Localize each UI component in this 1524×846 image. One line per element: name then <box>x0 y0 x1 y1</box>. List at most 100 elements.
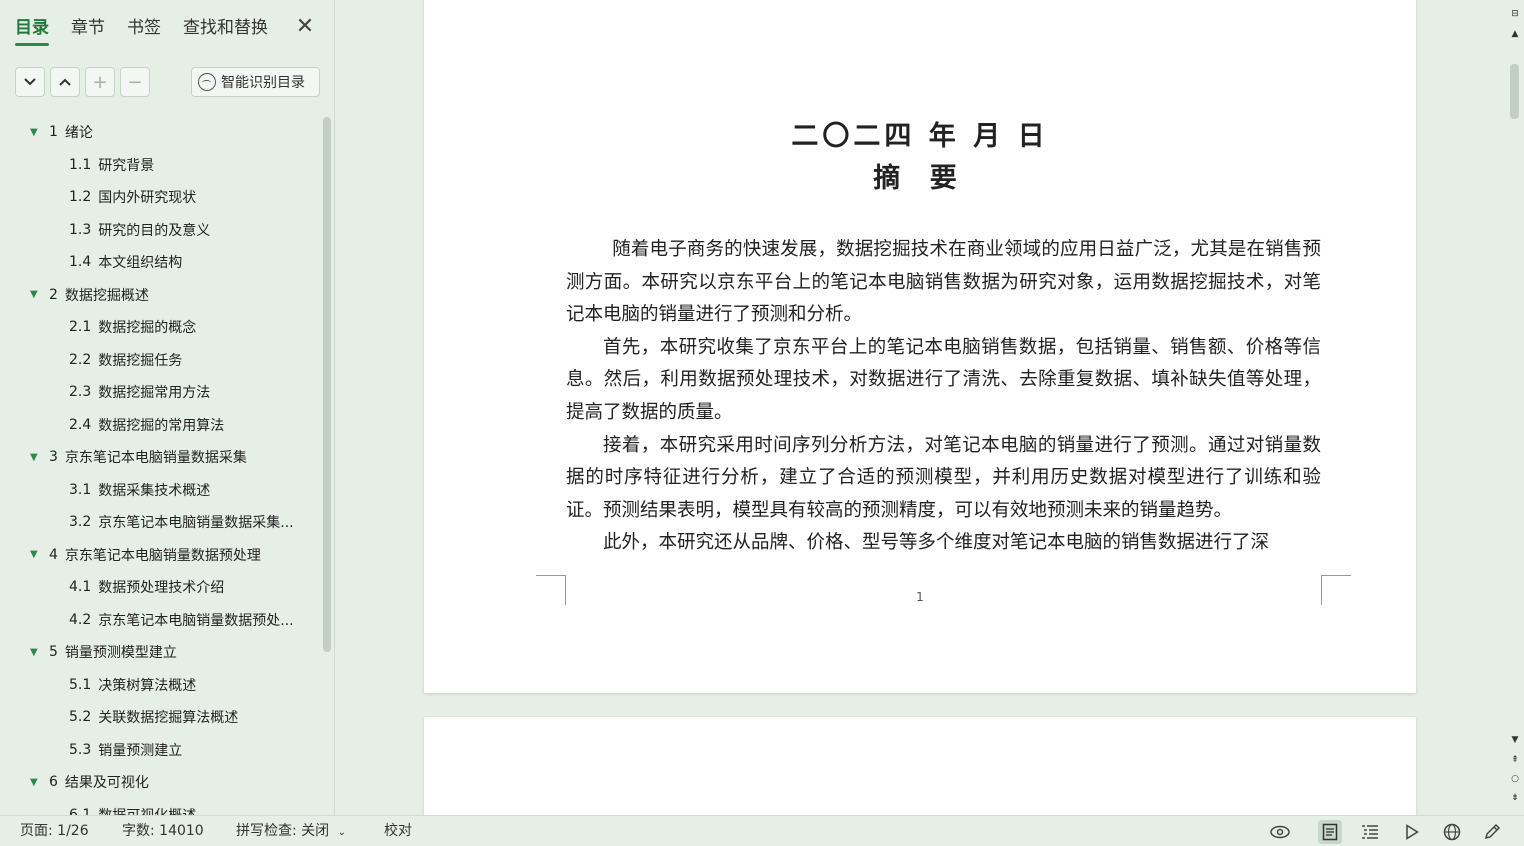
document-page-next[interactable] <box>424 717 1416 815</box>
expand-down-button[interactable] <box>15 67 45 97</box>
toc-item-number: 6 <box>49 774 58 790</box>
toc-item-label: 研究的目的及意义 <box>98 222 211 239</box>
toc-item-label: 关联数据挖掘算法概述 <box>98 710 239 726</box>
scroll-down-icon[interactable]: ▼ <box>1509 734 1521 746</box>
toc-item-number: 1.4 <box>69 254 92 270</box>
split-view-icon[interactable]: ⊟ <box>1509 8 1521 20</box>
toc-section-item[interactable]: 1.4 本文组织结构 <box>0 246 320 278</box>
scroll-up-icon[interactable]: ▲ <box>1509 28 1521 40</box>
toc-item-number: 1.2 <box>69 189 92 205</box>
toc-item-label: 数据挖掘常用方法 <box>98 385 211 401</box>
expand-triangle-icon[interactable]: ▼ <box>30 549 40 560</box>
toc-item-number: 2 <box>49 286 58 303</box>
toc-chapter-item[interactable]: ▼ 4 京东笔记本电脑销量数据预处理 <box>0 539 320 571</box>
plus-icon: + <box>92 71 108 93</box>
toc-section-item[interactable]: 6.1 数据可视化概述 <box>0 799 320 816</box>
toc-item-label: 绪论 <box>64 125 93 141</box>
play-icon[interactable] <box>1400 820 1424 844</box>
word-count[interactable]: 字数: 14010 <box>122 816 204 846</box>
page-view-icon[interactable] <box>1318 820 1342 844</box>
paragraph: 随着电子商务的快速发展，数据挖掘技术在商业领域的应用日益广泛，尤其是在销售预测方… <box>566 239 1321 326</box>
expand-triangle-icon[interactable]: ▼ <box>30 647 40 658</box>
toc-section-item[interactable]: 5.1 决策树算法概述 <box>0 669 320 701</box>
toc-item-label: 数据预处理技术介绍 <box>98 580 225 596</box>
tab-chapters[interactable]: 章节 <box>71 16 105 46</box>
toc-section-item[interactable]: 1.3 研究的目的及意义 <box>0 214 320 246</box>
toc-item-number: 1 <box>49 124 58 140</box>
tab-bookmarks[interactable]: 书签 <box>127 16 161 46</box>
document-scroll-thumb[interactable] <box>1510 64 1519 119</box>
toc-item-number: 1.1 <box>69 156 92 173</box>
toc-section-item[interactable]: 4.1 数据预处理技术介绍 <box>0 571 320 603</box>
toc-item-number: 4.1 <box>69 579 92 595</box>
toc-item-number: 4.2 <box>69 611 92 628</box>
toc-item-number: 5.1 <box>69 676 92 693</box>
paragraph: 接着，本研究采用时间序列分析方法，对笔记本电脑的销量进行了预测。通过对销量数据的… <box>566 434 1321 521</box>
toc-item-label: 数据挖掘的概念 <box>98 320 197 336</box>
toc-chapter-item[interactable]: ▼ 6 结果及可视化 <box>0 766 320 798</box>
toc-section-item[interactable]: 1.1 研究背景 <box>0 149 320 181</box>
abstract-title: 摘 要 <box>873 163 967 194</box>
toc-scrollbar[interactable] <box>323 117 331 652</box>
toc-item-number: 3.1 <box>69 481 92 498</box>
outline-view-icon[interactable] <box>1358 820 1382 844</box>
toc-chapter-item[interactable]: ▼ 5 销量预测模型建立 <box>0 636 320 668</box>
document-area: 二〇二四 年 月 日 摘 要 随着电子商务的快速发展，数据挖掘技术在商业领域的应… <box>336 0 1506 815</box>
eye-icon[interactable] <box>1268 820 1292 844</box>
toc-section-item[interactable]: 2.4 数据挖掘的常用算法 <box>0 409 320 441</box>
toc-item-number: 2.3 <box>69 384 92 400</box>
pen-icon[interactable] <box>1480 820 1504 844</box>
toc-item-number: 1.3 <box>69 221 92 238</box>
toc-item-label: 销量预测建立 <box>98 742 183 759</box>
toc-section-item[interactable]: 2.2 数据挖掘任务 <box>0 344 320 376</box>
document-page[interactable]: 二〇二四 年 月 日 摘 要 随着电子商务的快速发展，数据挖掘技术在商业领域的应… <box>424 0 1416 693</box>
previous-page-icon[interactable]: ⇞ <box>1509 754 1521 766</box>
chevron-down-icon: ⌄ <box>337 827 347 838</box>
document-scrollbar[interactable]: ⊟ ▲ ▼ ⇞ ○ ⇟ <box>1506 0 1524 815</box>
page-indicator[interactable]: 页面: 1/26 <box>20 816 89 846</box>
add-heading-button[interactable]: + <box>85 67 115 97</box>
toc-item-label: 销量预测模型建立 <box>64 645 177 661</box>
proofread-button[interactable]: 校对 <box>384 816 412 846</box>
web-view-icon[interactable] <box>1440 820 1464 844</box>
tab-toc[interactable]: 目录 <box>15 16 49 46</box>
toc-item-number: 5.2 <box>69 709 92 725</box>
expand-triangle-icon[interactable]: ▼ <box>30 777 40 788</box>
toc-section-item[interactable]: 1.2 国内外研究现状 <box>0 181 320 213</box>
date-line: 二〇二四 年 月 日 <box>791 121 1049 152</box>
toc-chapter-item[interactable]: ▼ 3 京东笔记本电脑销量数据采集 <box>0 441 320 473</box>
toc-section-item[interactable]: 3.2 京东笔记本电脑销量数据采集... <box>0 506 320 538</box>
collapse-up-button[interactable] <box>50 67 80 97</box>
select-browse-object-icon[interactable]: ○ <box>1509 773 1521 785</box>
toc-section-item[interactable]: 4.2 京东笔记本电脑销量数据预处... <box>0 604 320 636</box>
toc-section-item[interactable]: 2.3 数据挖掘常用方法 <box>0 376 320 408</box>
spell-check-toggle[interactable]: 拼写检查: 关闭 ⌄ <box>236 816 346 846</box>
toc-item-number: 3 <box>49 449 58 465</box>
spell-check-label: 拼写检查: 关闭 <box>236 823 330 839</box>
toc-item-label: 决策树算法概述 <box>98 677 197 694</box>
smart-recognize-icon <box>198 73 216 91</box>
toc-item-number: 2.2 <box>69 351 92 368</box>
toc-section-item[interactable]: 3.1 数据采集技术概述 <box>0 474 320 506</box>
toc-item-label: 京东笔记本电脑销量数据采集... <box>98 515 294 531</box>
status-bar: 页面: 1/26 字数: 14010 拼写检查: 关闭 ⌄ 校对 <box>0 815 1524 846</box>
toc-section-item[interactable]: 5.2 关联数据挖掘算法概述 <box>0 701 320 733</box>
close-icon[interactable]: ✕ <box>294 14 316 40</box>
nav-tabs: 目录 章节 书签 查找和替换 <box>15 16 290 46</box>
toc-item-label: 京东笔记本电脑销量数据预处理 <box>64 547 261 564</box>
toc-section-item[interactable]: 2.1 数据挖掘的概念 <box>0 311 320 343</box>
toc-item-number: 4 <box>49 546 58 563</box>
expand-triangle-icon[interactable]: ▼ <box>30 127 40 138</box>
tab-find-replace[interactable]: 查找和替换 <box>183 16 268 46</box>
smart-toc-button[interactable]: 智能识别目录 <box>191 67 320 97</box>
toc-list: ▼ 1 绪论 1.1 研究背景 1.2 国内外研究现状 1.3 研究的目的及意义 1.4 本文组织结… <box>0 116 320 815</box>
toc-section-item[interactable]: 5.3 销量预测建立 <box>0 734 320 766</box>
expand-triangle-icon[interactable]: ▼ <box>30 452 40 463</box>
remove-heading-button[interactable]: − <box>120 67 150 97</box>
next-page-icon[interactable]: ⇟ <box>1509 792 1521 804</box>
toc-chapter-item[interactable]: ▼ 2 数据挖掘概述 <box>0 279 320 311</box>
toc-chapter-item[interactable]: ▼ 1 绪论 <box>0 116 320 148</box>
abstract-body: 随着电子商务的快速发展，数据挖掘技术在商业领域的应用日益广泛，尤其是在销售预测方… <box>566 234 1321 560</box>
toc-item-label: 数据挖掘的常用算法 <box>98 417 225 434</box>
expand-triangle-icon[interactable]: ▼ <box>30 289 40 300</box>
